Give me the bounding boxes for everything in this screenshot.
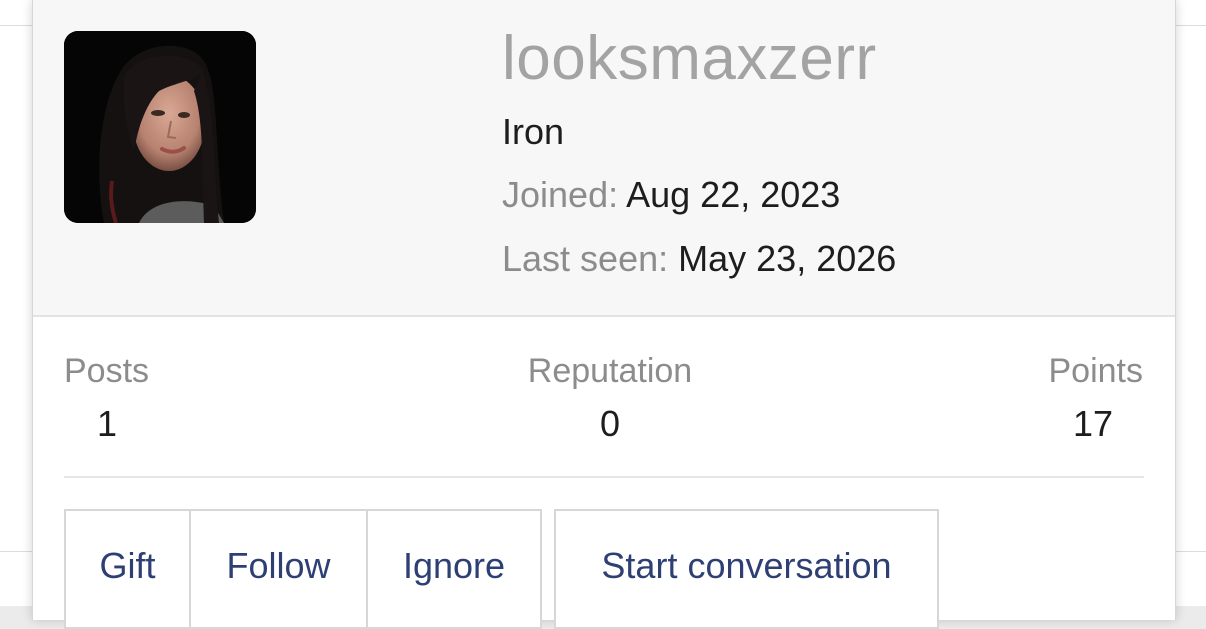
joined-label: Joined: xyxy=(502,174,619,215)
joined-row: Joined: Aug 22, 2023 xyxy=(502,173,840,217)
gift-button[interactable]: Gift xyxy=(64,509,191,629)
stat-label: Points xyxy=(1048,352,1144,390)
stat-posts[interactable]: Posts 1 xyxy=(64,350,184,446)
stat-label: Reputation xyxy=(527,352,693,390)
last-seen-row: Last seen: May 23, 2026 xyxy=(502,237,896,281)
stat-points[interactable]: Points 17 xyxy=(1013,350,1144,446)
last-seen-label: Last seen: xyxy=(502,238,669,279)
stat-value: 0 xyxy=(599,403,621,444)
start-conversation-button[interactable]: Start conversation xyxy=(554,509,939,629)
member-tooltip-card: looksmaxzerr Iron Joined: Aug 22, 2023 L… xyxy=(32,0,1176,629)
stat-label: Posts xyxy=(64,352,150,390)
stat-reputation: Reputation 0 xyxy=(510,350,710,446)
member-header: looksmaxzerr Iron Joined: Aug 22, 2023 L… xyxy=(33,0,1175,317)
joined-date: Aug 22, 2023 xyxy=(626,174,841,215)
stat-value: 1 xyxy=(97,403,118,444)
avatar[interactable] xyxy=(64,31,256,223)
stat-value: 17 xyxy=(1072,403,1113,444)
follow-button[interactable]: Follow xyxy=(189,509,368,629)
ignore-button[interactable]: Ignore xyxy=(366,509,542,629)
user-title: Iron xyxy=(502,111,565,152)
username[interactable]: looksmaxzerr xyxy=(502,22,877,96)
avatar-photo-icon xyxy=(64,31,256,223)
stats-divider xyxy=(64,476,1144,478)
last-seen-date: May 23, 2026 xyxy=(678,238,897,279)
